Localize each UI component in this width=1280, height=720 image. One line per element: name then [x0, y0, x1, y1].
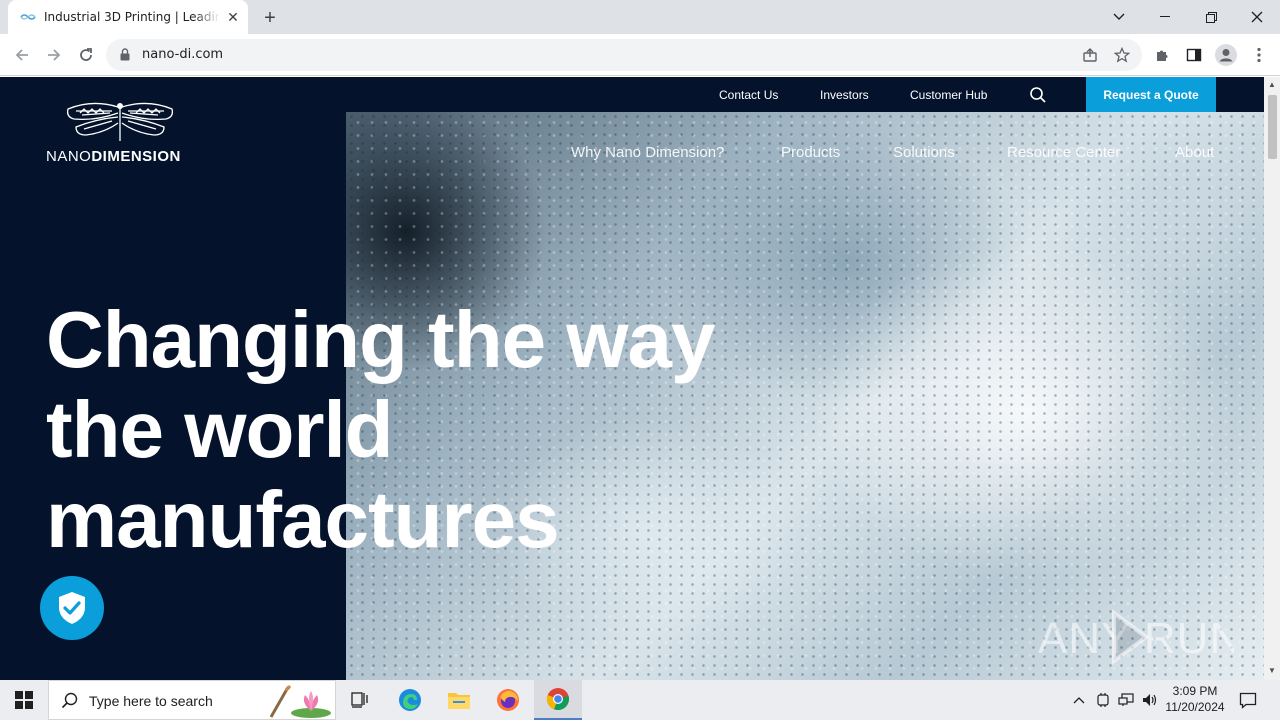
- taskbar-clock[interactable]: 3:09 PM 11/20/2024: [1162, 683, 1228, 715]
- search-magnifier-icon: [61, 692, 78, 714]
- bookmark-star-icon[interactable]: [1112, 45, 1132, 65]
- search-icon[interactable]: [1029, 86, 1047, 104]
- util-link-customer-hub[interactable]: Customer Hub: [910, 88, 987, 102]
- task-view-icon[interactable]: [336, 680, 384, 720]
- logo-wordmark: NANODIMENSION: [46, 148, 181, 165]
- minimize-button[interactable]: [1142, 0, 1188, 34]
- edge-browser-icon[interactable]: [386, 680, 434, 720]
- taskbar-search-placeholder: Type here to search: [89, 693, 213, 709]
- web-page: Contact Us Investors Customer Hub Reques…: [0, 77, 1264, 680]
- scrollbar-thumb[interactable]: [1268, 95, 1277, 159]
- logo-text-nano: NANO: [46, 148, 92, 165]
- nav-why-nano-dimension[interactable]: Why Nano Dimension?: [571, 144, 724, 161]
- headline-line-1: Changing the way: [46, 295, 715, 384]
- util-link-contact-us[interactable]: Contact Us: [719, 88, 778, 102]
- side-panel-icon[interactable]: [1183, 44, 1205, 66]
- lotus-search-highlight-icon: [261, 683, 333, 720]
- forward-button[interactable]: [42, 43, 66, 67]
- page-scrollbar[interactable]: ▲ ▼: [1264, 77, 1280, 680]
- volume-icon[interactable]: [1141, 691, 1159, 709]
- request-quote-button[interactable]: Request a Quote: [1086, 77, 1216, 112]
- tab-search-chevron-icon[interactable]: [1096, 0, 1142, 34]
- back-button[interactable]: [10, 43, 34, 67]
- tab-title: Industrial 3D Printing | Leading in: [44, 10, 220, 24]
- close-window-button[interactable]: [1234, 0, 1280, 34]
- scroll-up-arrow-icon[interactable]: ▲: [1268, 81, 1276, 89]
- browser-toolbar: nano-di.com: [0, 34, 1280, 76]
- url-text[interactable]: nano-di.com: [142, 47, 223, 62]
- tray-device-icon[interactable]: [1094, 691, 1112, 709]
- windows-taskbar: Type here to search 3:09 PM 11/20/2024: [0, 680, 1280, 720]
- firefox-icon[interactable]: [484, 680, 532, 720]
- new-tab-button[interactable]: +: [258, 6, 282, 30]
- nav-about[interactable]: About: [1175, 144, 1214, 161]
- taskbar-search-box[interactable]: Type here to search: [48, 680, 336, 720]
- clock-time: 3:09 PM: [1172, 684, 1218, 698]
- privacy-shield-button[interactable]: [40, 576, 104, 640]
- windows-start-button[interactable]: [0, 680, 48, 720]
- logo-text-dimension: DIMENSION: [91, 148, 181, 165]
- nav-solutions[interactable]: Solutions: [893, 144, 955, 161]
- browser-tabstrip: Industrial 3D Printing | Leading in ✕ +: [0, 0, 1280, 34]
- nav-products[interactable]: Products: [781, 144, 840, 161]
- tray-chevron-up-icon[interactable]: [1070, 691, 1088, 709]
- site-favicon-icon: [20, 9, 36, 25]
- file-explorer-icon[interactable]: [435, 680, 483, 720]
- reload-button[interactable]: [74, 43, 98, 67]
- nav-resource-center[interactable]: Resource Center: [1007, 144, 1120, 161]
- headline-line-2: the world: [46, 385, 394, 474]
- tab-close-icon[interactable]: ✕: [224, 8, 242, 26]
- util-link-investors[interactable]: Investors: [820, 88, 869, 102]
- extensions-puzzle-icon[interactable]: [1151, 44, 1173, 66]
- dragonfly-logo-icon: [66, 102, 174, 141]
- hero-headline: Changing the way the world manufactures: [46, 295, 715, 565]
- restore-button[interactable]: [1188, 0, 1234, 34]
- windows-logo-icon: [15, 691, 33, 709]
- chrome-menu-icon[interactable]: [1248, 44, 1270, 66]
- notifications-icon[interactable]: [1238, 690, 1258, 710]
- share-icon[interactable]: [1080, 45, 1100, 65]
- nano-dimension-logo[interactable]: NANODIMENSION: [46, 101, 196, 165]
- chrome-taskbar-icon[interactable]: [534, 680, 582, 720]
- headline-line-3: manufactures: [46, 475, 560, 564]
- clock-date: 11/20/2024: [1165, 700, 1225, 714]
- shield-check-icon: [59, 592, 85, 624]
- address-bar[interactable]: nano-di.com: [106, 39, 1142, 71]
- browser-tab[interactable]: Industrial 3D Printing | Leading in ✕: [8, 0, 248, 34]
- lock-icon[interactable]: [120, 48, 130, 66]
- profile-avatar-icon[interactable]: [1215, 44, 1237, 66]
- network-icon[interactable]: [1117, 691, 1135, 709]
- scroll-down-arrow-icon[interactable]: ▼: [1268, 667, 1276, 675]
- anyrun-watermark: ANY RUN: [1038, 605, 1241, 665]
